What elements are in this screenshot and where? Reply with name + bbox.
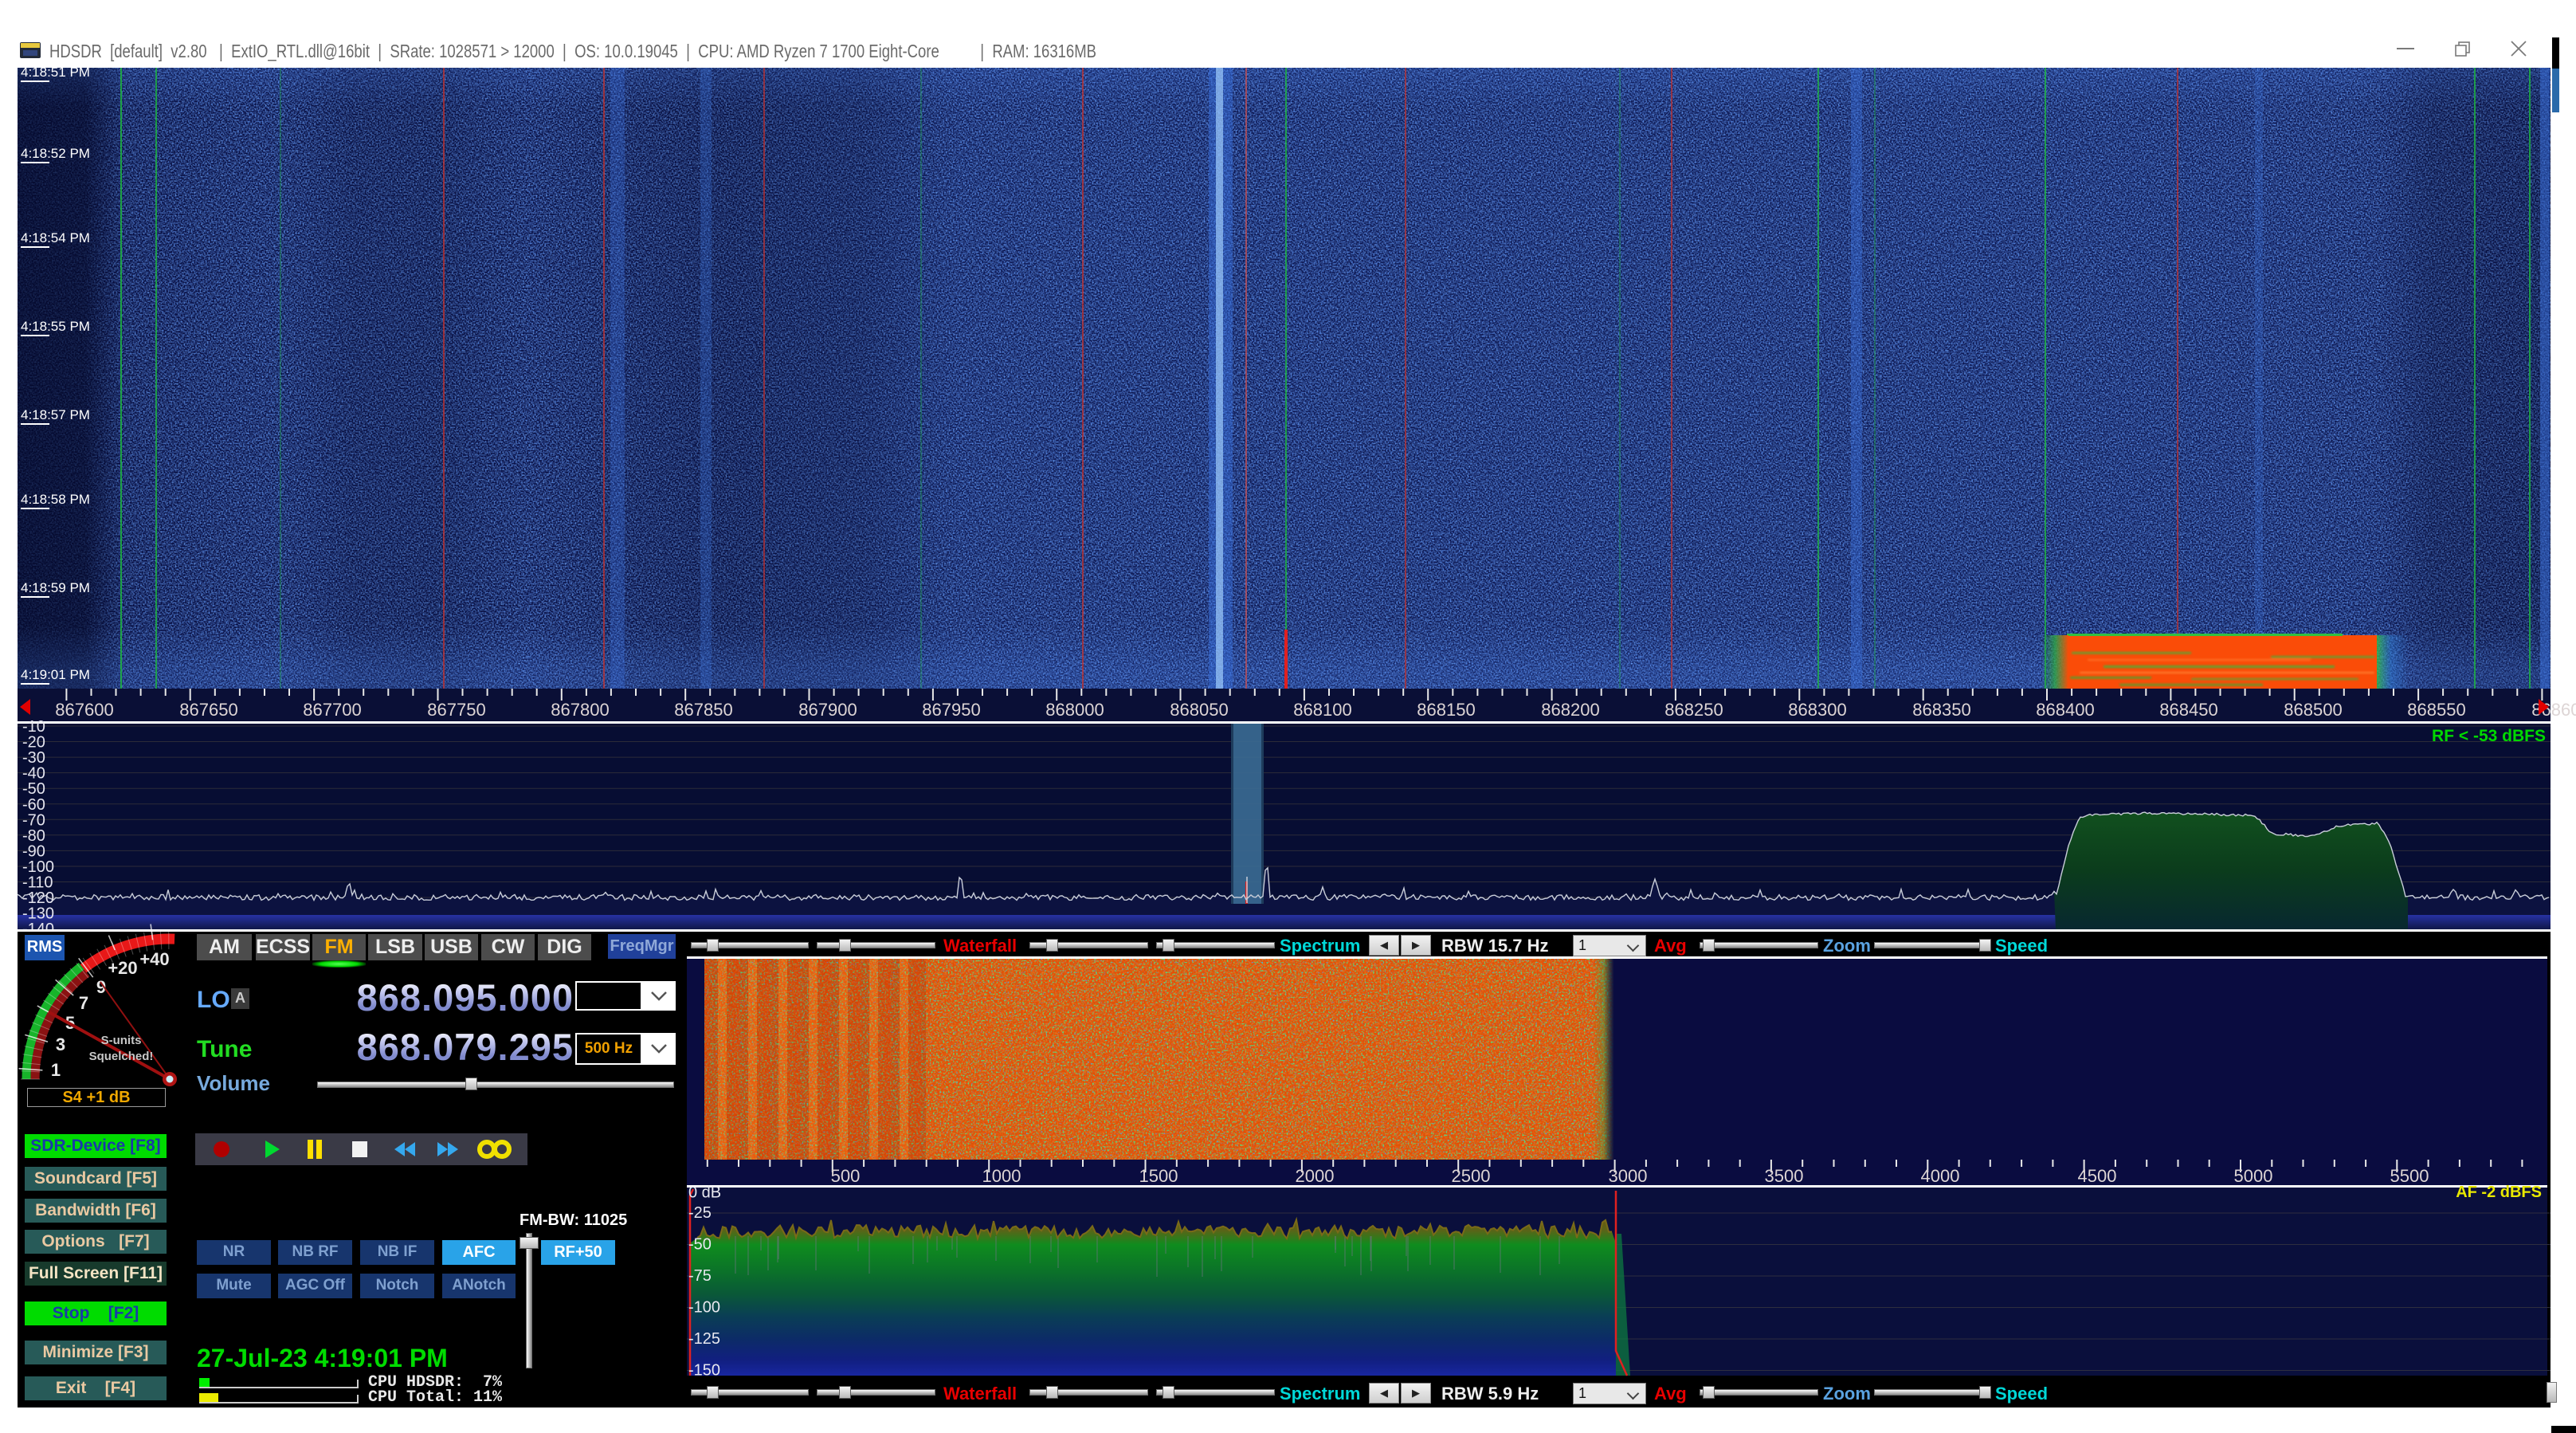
svg-text:0 dB: 0 dB (688, 1184, 721, 1202)
svg-text:-75: -75 (688, 1267, 712, 1285)
svg-text:-50: -50 (688, 1236, 712, 1254)
svg-text:-150: -150 (688, 1362, 720, 1380)
svg-text:AF -2 dBFS: AF -2 dBFS (2456, 1184, 2542, 1201)
svg-text:-125: -125 (688, 1330, 720, 1348)
svg-text:-25: -25 (688, 1204, 712, 1222)
svg-text:-100: -100 (688, 1299, 720, 1317)
